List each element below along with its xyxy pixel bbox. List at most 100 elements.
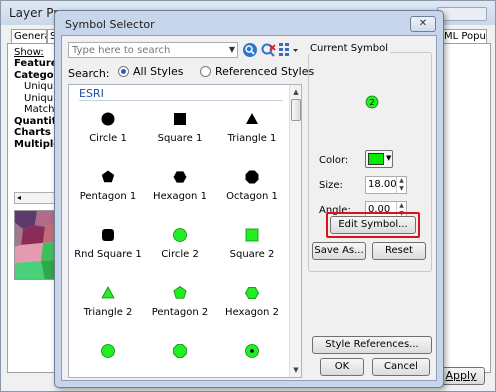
reset-button[interactable]: Reset <box>372 242 426 260</box>
tab-html-popup[interactable]: ML Popup <box>441 29 487 43</box>
symbol-item[interactable]: Square 1 <box>143 103 217 163</box>
dialog-body: ▼ Search: All Styles Referenced Styles <box>61 35 437 381</box>
symbol-item[interactable]: Rnd Square 1 <box>71 219 145 279</box>
layer-properties-close-button[interactable] <box>437 7 487 21</box>
chevron-down-icon: ▼ <box>386 154 392 162</box>
symbol-shape <box>245 228 259 242</box>
symbol-item[interactable]: Hexagon 2 <box>215 277 289 337</box>
symbol-item[interactable]: Pentagon 2 <box>143 277 217 337</box>
pentagon-symbol-icon <box>173 286 187 299</box>
triangle-symbol-icon <box>246 113 258 124</box>
symbol-label: Octagon 1 <box>226 191 278 202</box>
size-stepper-icon[interactable]: ▲ ▼ <box>396 177 406 193</box>
dialog-title: Symbol Selector <box>65 18 155 31</box>
symbol-label: Pentagon 1 <box>79 191 137 202</box>
hexagon-symbol-icon <box>245 286 259 300</box>
symbol-item[interactable]: Triangle 1 <box>215 103 289 163</box>
symbol-label: Circle 2 <box>161 249 199 260</box>
preview-symbol-number: 2 <box>369 98 374 107</box>
search-icon[interactable] <box>242 42 258 58</box>
current-symbol-group: 2 Color: ▼ Size: 18.00 ▲ ▼ Angle: 0.00 ▲ ▼ <box>308 52 432 272</box>
style-references-button[interactable]: Style References... <box>312 336 432 354</box>
radio-referenced-styles-label: Referenced Styles <box>215 65 315 78</box>
edit-symbol-button[interactable]: Edit Symbol... <box>330 216 416 234</box>
color-label: Color: <box>319 155 349 166</box>
circle-symbol-icon <box>101 344 115 358</box>
size-label: Size: <box>319 180 343 191</box>
show-label: Show: <box>14 47 44 58</box>
color-swatch <box>368 153 384 165</box>
symbol-item[interactable]: Circle 1 <box>71 103 145 163</box>
close-icon: ✕ <box>418 18 428 29</box>
symbol-shape <box>101 170 115 183</box>
circle-symbol-icon <box>173 228 187 242</box>
symbol-label: Rnd Square 1 <box>74 249 142 260</box>
radio-referenced-styles[interactable]: Referenced Styles <box>200 65 314 78</box>
search-combobox[interactable]: ▼ <box>68 42 238 58</box>
color-picker-button[interactable]: ▼ <box>365 150 393 168</box>
symbol-shape <box>102 229 114 241</box>
size-spinner[interactable]: 18.00 ▲ ▼ <box>365 176 407 194</box>
symbol-center-dot <box>250 349 254 353</box>
octagon-symbol-icon <box>173 344 187 358</box>
symbol-shape <box>173 228 187 242</box>
size-value[interactable]: 18.00 <box>368 179 397 190</box>
close-button[interactable]: ✕ <box>410 16 436 32</box>
search-input[interactable] <box>69 43 221 57</box>
symbol-label: Pentagon 2 <box>151 307 209 318</box>
radio-all-styles-label: All Styles <box>133 65 184 78</box>
octagon-symbol-icon <box>245 170 259 184</box>
save-as-button[interactable]: Save As... <box>312 242 366 260</box>
current-symbol-preview: 2 <box>365 95 379 109</box>
symbol-shape <box>173 171 187 183</box>
symbol-item[interactable]: Triangle 2 <box>71 277 145 337</box>
symbol-item[interactable]: Octagon 1 <box>215 161 289 221</box>
symbol-label: Hexagon 2 <box>225 307 279 318</box>
pentagon-symbol-icon <box>101 170 115 183</box>
scroll-thumb[interactable] <box>291 99 301 121</box>
square-symbol-icon <box>174 113 186 125</box>
hexagon-symbol-icon <box>173 171 187 183</box>
roundsquare-symbol-icon <box>102 229 114 241</box>
symbol-shape <box>174 113 186 125</box>
search-label: Search: <box>68 67 110 80</box>
symbol-label: Circle 1 <box>89 133 127 144</box>
symbol-item[interactable]: Pentagon 1 <box>71 161 145 221</box>
symbol-shape <box>245 170 259 184</box>
square-symbol-icon <box>245 228 259 242</box>
symbol-item[interactable]: Square 2 <box>215 219 289 279</box>
circle-symbol-icon <box>101 112 115 126</box>
symbol-item[interactable] <box>71 335 145 377</box>
gallery-scrollbar[interactable]: ▲ ▼ <box>289 85 301 377</box>
chevron-down-icon[interactable]: ▼ <box>229 45 235 54</box>
symbol-shape <box>246 113 258 124</box>
apply-button[interactable]: Apply <box>437 367 485 385</box>
symbol-shape <box>173 286 187 299</box>
symbol-label: Triangle 2 <box>83 307 133 318</box>
symbol-shape <box>101 112 115 126</box>
symbol-selector-dialog: Symbol Selector ✕ ▼ Search: All Styles <box>54 10 444 388</box>
clear-search-icon[interactable] <box>260 42 276 58</box>
symbol-shape <box>245 286 259 300</box>
gallery-group-header: ESRI <box>79 87 283 101</box>
triangle-symbol-icon <box>101 286 115 299</box>
symbol-gallery[interactable]: ESRI Circle 1 Square 1 Triangle 1 Pentagon … <box>68 84 302 378</box>
radio-unselected-indicator[interactable] <box>200 66 211 77</box>
symbol-item[interactable] <box>143 335 217 377</box>
symbol-shape <box>101 286 115 299</box>
symbol-shape <box>101 344 115 358</box>
ok-button[interactable]: OK <box>320 358 364 376</box>
symbol-item[interactable]: Hexagon 1 <box>143 161 217 221</box>
cancel-button[interactable]: Cancel <box>372 358 430 376</box>
symbol-shape <box>173 344 187 358</box>
symbol-label: Square 1 <box>157 133 203 144</box>
dotcircle-symbol-icon <box>245 344 259 358</box>
scroll-down-icon[interactable]: ▼ <box>290 363 301 377</box>
tab-general[interactable]: General <box>11 29 47 43</box>
radio-selected-indicator[interactable] <box>118 66 129 77</box>
symbol-item[interactable]: Circle 2 <box>143 219 217 279</box>
scroll-up-icon[interactable]: ▲ <box>290 85 301 99</box>
view-mode-icon[interactable] <box>278 41 300 59</box>
symbol-item[interactable] <box>215 335 289 377</box>
radio-all-styles[interactable]: All Styles <box>118 65 184 78</box>
